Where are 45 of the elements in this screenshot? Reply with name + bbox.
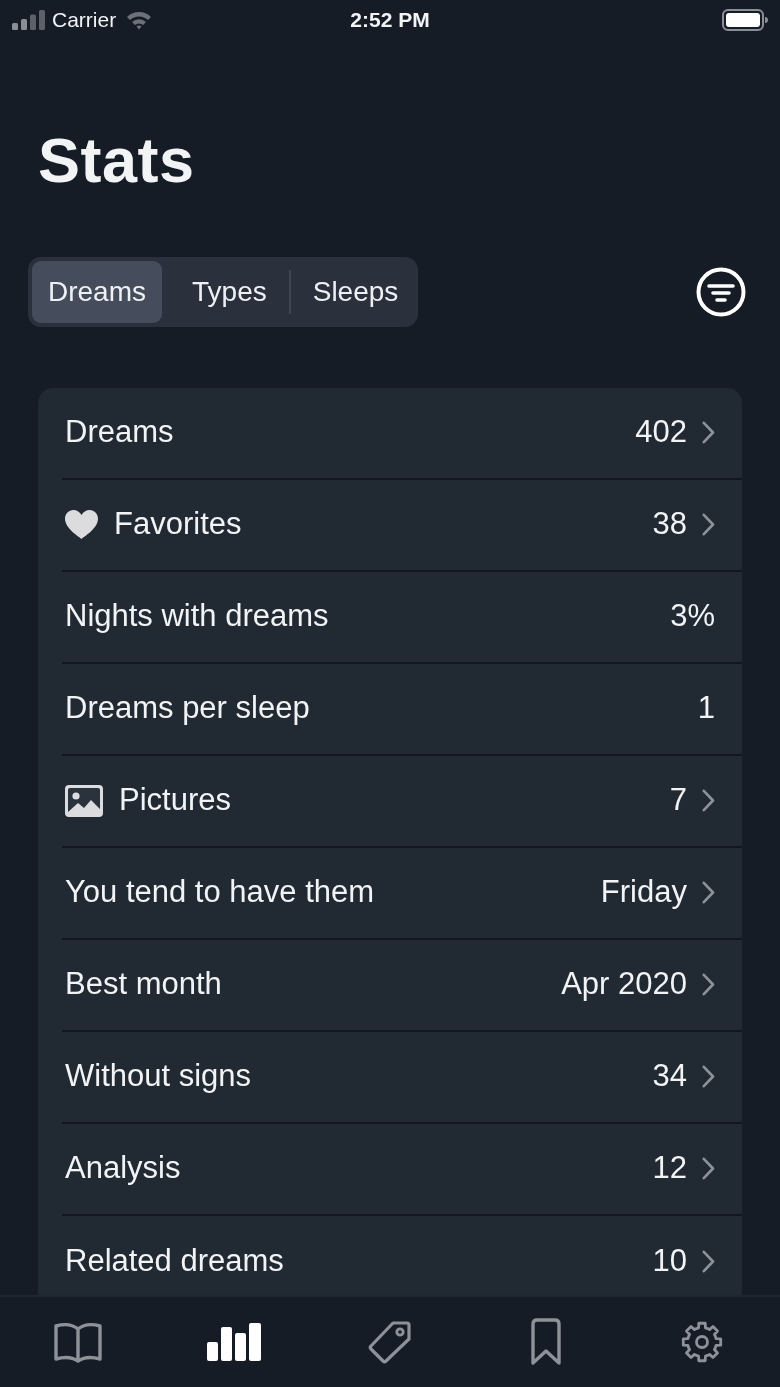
stat-value: 10 (652, 1242, 687, 1281)
stat-label: Analysis (65, 1149, 181, 1188)
segment-tab[interactable]: Dreams (32, 260, 162, 323)
wifi-icon (126, 9, 153, 30)
stat-value: 1 (697, 689, 715, 728)
settings-icon[interactable] (681, 1321, 723, 1363)
stat-value: Apr 2020 (561, 965, 687, 1004)
picture-icon (65, 784, 103, 817)
stat-label: Best month (65, 965, 222, 1004)
stat-value: Friday (600, 873, 687, 912)
carrier-name: Carrier (52, 7, 117, 32)
stat-row[interactable]: Pictures 7 (62, 755, 742, 848)
stat-label: Dreams (65, 413, 174, 452)
stat-value: 34 (652, 1057, 687, 1096)
stat-row[interactable]: Dreams 402 (62, 387, 742, 480)
bar-chart-icon[interactable] (207, 1323, 261, 1361)
stat-label: Without signs (65, 1057, 252, 1096)
tag-icon[interactable] (368, 1320, 412, 1364)
open-book-icon[interactable] (53, 1321, 103, 1363)
filter-icon[interactable] (696, 266, 746, 317)
stat-value: 402 (635, 413, 687, 452)
stat-row[interactable]: Best month Apr 2020 (62, 939, 742, 1032)
stat-value: 3% (670, 597, 715, 636)
page-title: Stats (38, 123, 195, 196)
stat-value: 38 (652, 505, 687, 544)
stat-row[interactable]: Analysis 12 (62, 1123, 742, 1216)
stat-row[interactable]: Favorites 38 (62, 479, 742, 572)
segment-tab[interactable]: Sleeps (296, 260, 415, 323)
stat-row[interactable]: Related dreams 10 (62, 1215, 742, 1295)
signal-icon (12, 9, 46, 30)
stat-row[interactable]: You tend to have them Friday (62, 847, 742, 940)
stat-label: You tend to have them (65, 873, 375, 912)
stat-label: Pictures (119, 781, 231, 820)
stat-value: 7 (669, 781, 687, 820)
heart-icon (65, 510, 98, 540)
stat-label: Favorites (114, 505, 242, 544)
stat-row[interactable]: Without signs 34 (62, 1031, 742, 1124)
stat-label: Nights with dreams (65, 597, 329, 636)
battery-icon (722, 8, 768, 31)
clock-time: 2:52 PM (350, 8, 430, 32)
stat-label: Dreams per sleep (65, 689, 310, 728)
stat-value: 12 (652, 1149, 687, 1188)
bookmark-icon[interactable] (530, 1318, 562, 1366)
stat-label: Related dreams (65, 1242, 284, 1281)
segment-tab[interactable]: Types (176, 260, 283, 323)
